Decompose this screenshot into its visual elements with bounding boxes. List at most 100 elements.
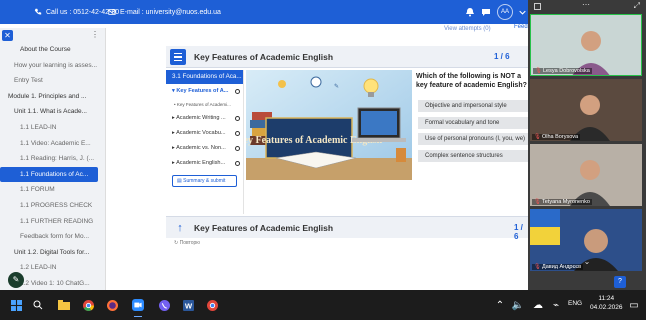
participant-name: 🎙Lesya Dobrovolska — [533, 68, 592, 74]
lesson-nav-label: Key Features of A... — [176, 88, 229, 94]
footer-page-indicator: 1 / 6 — [514, 223, 523, 241]
lesson-nav-item[interactable]: ▸ Academic vs. Non... — [166, 141, 243, 156]
sidebar-item[interactable]: 1.1 FORUM — [0, 182, 105, 198]
onedrive-icon[interactable]: ☁ — [530, 296, 546, 314]
app-logo-icon[interactable]: ✎ — [8, 272, 24, 288]
sound-icon[interactable]: 🔈 — [510, 296, 526, 314]
question-text: Which of the following is NOT a key feat… — [416, 73, 527, 89]
video-panel-toolbar: ⋯ ⤢ — [528, 0, 646, 14]
submit-icon: ▤ — [177, 178, 182, 184]
repeat-button[interactable]: ↻ Повторю — [174, 240, 200, 246]
answer-option[interactable]: Formal vocabulary and tone — [418, 116, 528, 129]
chat-icon[interactable] — [481, 7, 491, 17]
file-explorer-icon[interactable] — [56, 296, 72, 314]
participant-video-icon — [570, 160, 610, 206]
answer-option[interactable]: Objective and impersonal style — [418, 100, 528, 112]
mail-icon — [108, 9, 116, 15]
lesson-nav-head[interactable]: 3.1 Foundations of Aca... — [166, 70, 243, 84]
sidebar-section[interactable]: About the Course — [0, 42, 105, 58]
page-indicator: 1 / 6 — [494, 52, 510, 61]
email-text: E-mail : university@nuos.edu.ua — [120, 8, 221, 16]
svg-text:W: W — [184, 301, 192, 310]
status-circle-icon — [235, 131, 240, 136]
status-circle-icon — [235, 161, 240, 166]
participant-video-tile[interactable]: 🎙Tetyana Myronenko — [530, 144, 642, 206]
participant-video-icon — [572, 31, 610, 75]
viber-icon[interactable] — [156, 296, 172, 314]
repeat-icon: ↻ — [174, 240, 179, 246]
repeat-label: Повторю — [179, 240, 201, 246]
lesson-nav-label: Academic vs. Non... — [176, 145, 226, 151]
firefox-icon[interactable] — [104, 296, 120, 314]
status-circle-icon — [235, 146, 240, 151]
sidebar-item[interactable]: 1.1 PROGRESS CHECK — [0, 198, 105, 214]
chrome-icon[interactable] — [80, 296, 96, 314]
microphone-muted-icon: 🎙 — [535, 68, 542, 74]
user-avatar[interactable]: AA — [497, 4, 513, 20]
participant-video-tile[interactable]: 🎙Olha Borysova — [530, 79, 642, 141]
arrow-up-icon[interactable]: ↑ — [172, 220, 188, 236]
main-content: View attempts (0) Feedb Key Features of … — [106, 24, 531, 290]
sidebar-item[interactable]: 1.1 LEAD-IN — [0, 120, 105, 136]
sidebar-section[interactable]: Unit 1.2. Digital Tools for... — [0, 245, 105, 261]
sidebar-item[interactable]: 1.1 Video: Academic E... — [0, 136, 105, 152]
lesson-nav-item[interactable]: ▸ Academic English... — [166, 156, 243, 171]
view-attempts-link[interactable]: View attempts (0) — [444, 26, 491, 32]
sidebar-item[interactable]: How your learning is asses... — [0, 58, 105, 74]
windows-taskbar: W ⌃ 🔈 ☁ ⌁ ENG 11:24 04.02.2026 ▭ — [0, 290, 646, 320]
notifications-icon[interactable]: ▭ — [626, 296, 642, 314]
input-language[interactable]: ENG — [568, 300, 582, 307]
lesson-nav-label: Academic Writing ... — [176, 115, 226, 121]
lesson-nav-item[interactable]: ▾ Key Features of A... — [166, 84, 243, 99]
microphone-muted-icon: 🎙 — [534, 199, 541, 205]
chrome-secondary-icon[interactable] — [204, 296, 220, 314]
participant-name: 🎙Tetyana Myronenko — [532, 199, 592, 205]
sidebar-item[interactable]: 1.1 FURTHER READING — [0, 214, 105, 230]
video-call-panel: ⋯ ⤢ 🎙Lesya Dobrovolska 🎙Olha Borysova 🎙Tet… — [528, 0, 646, 290]
windows-start-icon[interactable] — [8, 296, 24, 314]
svg-text:✎: ✎ — [334, 83, 339, 90]
microphone-muted-icon: 🎙 — [534, 134, 541, 140]
notification-bell-icon[interactable] — [465, 7, 475, 17]
more-options-icon[interactable]: ⋯ — [582, 0, 590, 9]
chevron-down-icon[interactable]: ⌄ — [528, 257, 646, 266]
participant-name-text: Tetyana Myronenko — [541, 199, 590, 205]
minimize-icon[interactable] — [534, 3, 541, 10]
answer-option[interactable]: Use of personal pronouns (I, you, we) — [418, 133, 528, 145]
email-contact[interactable]: E-mail : university@nuos.edu.ua — [108, 8, 221, 16]
search-icon[interactable] — [30, 296, 46, 314]
system-clock[interactable]: 11:24 04.02.2026 — [590, 294, 623, 312]
sidebar-item[interactable]: Entry Test — [0, 73, 105, 89]
lesson-nav-item[interactable]: ▸ Academic Writing ... — [166, 111, 243, 126]
zoom-icon[interactable] — [130, 296, 146, 317]
menu-icon[interactable] — [170, 49, 186, 65]
lesson-nav-item[interactable]: ▸ Academic Vocabu... — [166, 126, 243, 141]
phone-contact[interactable]: Call us : 0512-42-42-80 — [34, 8, 119, 16]
sidebar-item-active[interactable]: 1.1 Foundations of Ac... — [0, 166, 98, 183]
lesson-nav-label: Key Features of Academi... — [176, 102, 231, 107]
tray-chevron-icon[interactable]: ⌃ — [492, 296, 508, 314]
chevron-down-icon[interactable] — [519, 9, 526, 16]
summary-submit-button[interactable]: ▤ Summary & submit — [172, 175, 237, 187]
close-icon[interactable]: ✕ — [2, 30, 13, 41]
expand-icon[interactable]: ⤢ — [634, 1, 640, 11]
participant-name: 🎙Olha Borysova — [532, 134, 581, 140]
lesson-subitem[interactable]: • Key Features of Academi... — [166, 99, 243, 111]
summary-submit-label: Summary & submit — [183, 178, 226, 184]
answer-option[interactable]: Complex sentence structures — [418, 149, 528, 162]
help-button[interactable]: ? — [614, 276, 626, 288]
sidebar-section[interactable]: Module 1. Principles and ... — [0, 89, 105, 105]
phone-icon — [34, 8, 42, 15]
status-circle-icon — [235, 116, 240, 121]
activity-title: Key Features of Academic English — [194, 52, 334, 62]
clock-date: 04.02.2026 — [590, 304, 623, 311]
network-icon[interactable]: ⌁ — [548, 296, 564, 314]
word-icon[interactable]: W — [180, 296, 196, 314]
footer-activity-title: Key Features of Academic English — [194, 223, 334, 233]
lesson-nav-label: Academic English... — [176, 160, 226, 166]
more-options-icon[interactable]: ⋮ — [91, 30, 99, 39]
sidebar-section[interactable]: Unit 1.1. What is Acade... — [0, 104, 105, 120]
participant-video-tile[interactable]: 🎙Lesya Dobrovolska — [530, 14, 642, 76]
sidebar-item[interactable]: Feedback form for Mo... — [0, 229, 105, 245]
sidebar-item[interactable]: 1.1 Reading: Harris, J. (... — [0, 151, 105, 167]
